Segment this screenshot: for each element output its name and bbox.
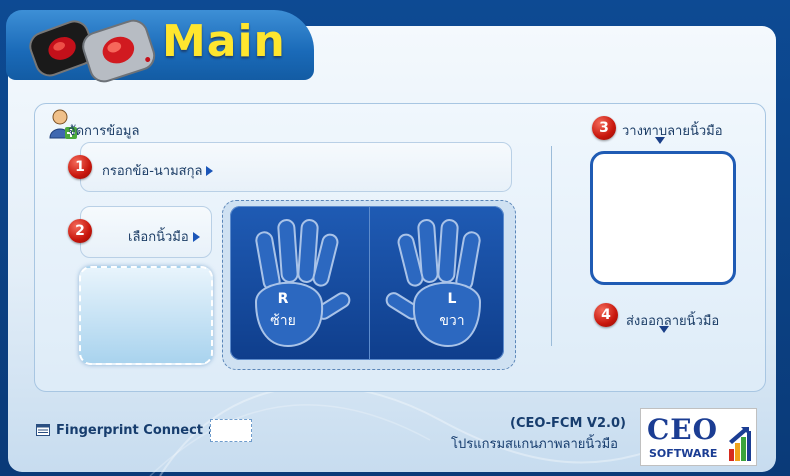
fingerprint-connect-label: Fingerprint Connect : bbox=[56, 423, 213, 438]
vertical-divider bbox=[551, 146, 552, 346]
ceo-software-logo: CEO SOFTWARE bbox=[640, 408, 757, 466]
left-hand-letter: L bbox=[447, 291, 457, 307]
step-1-text: กรอกข้อ-นามสกุล bbox=[102, 164, 203, 179]
arrow-down-icon bbox=[655, 137, 665, 144]
arrow-down-icon bbox=[659, 326, 669, 333]
page-title: Main bbox=[162, 16, 286, 67]
left-hand-label: ขวา bbox=[439, 313, 465, 329]
right-hand-letter: R bbox=[277, 291, 289, 307]
arrow-right-icon bbox=[206, 166, 214, 176]
connect-icon bbox=[36, 424, 50, 436]
fingerprint-scanner-icon bbox=[29, 19, 156, 83]
step-4-label[interactable]: ส่งออกลายนิ้วมือ bbox=[626, 310, 719, 331]
logo-subtext: SOFTWARE bbox=[649, 447, 718, 460]
step-3-badge: 3 bbox=[592, 116, 616, 140]
right-hand-label: ซ้าย bbox=[270, 313, 296, 329]
step-2-text: เลือกนิ้วมือ bbox=[128, 230, 189, 245]
logo-bars-icon bbox=[729, 427, 751, 461]
version-label: (CEO-FCM V2.0) bbox=[510, 416, 626, 431]
finger-preview bbox=[79, 266, 213, 365]
section-title: จัดการข้อมูล bbox=[68, 124, 140, 139]
fingerprint-scan-area bbox=[590, 151, 736, 285]
hand-divider bbox=[369, 206, 370, 360]
program-name: โปรแกรมสแกนภาพลายนิ้วมือ bbox=[451, 437, 618, 452]
step-2-badge: 2 bbox=[68, 219, 92, 243]
logo-text: CEO bbox=[647, 413, 719, 446]
step-1-label[interactable]: กรอกข้อ-นามสกุล bbox=[102, 160, 214, 181]
step-2-label[interactable]: เลือกนิ้วมือ bbox=[128, 226, 200, 247]
step-3-label: วางทาบลายนิ้วมือ bbox=[622, 124, 723, 139]
connection-status bbox=[210, 419, 252, 442]
arrow-right-icon bbox=[192, 232, 200, 242]
step-4-badge: 4 bbox=[594, 303, 618, 327]
app-window: Main จัดการข้อมูล 1 กรอกข้อ-นามสกุล 2 เล… bbox=[0, 0, 790, 476]
step-1-badge: 1 bbox=[68, 155, 92, 179]
